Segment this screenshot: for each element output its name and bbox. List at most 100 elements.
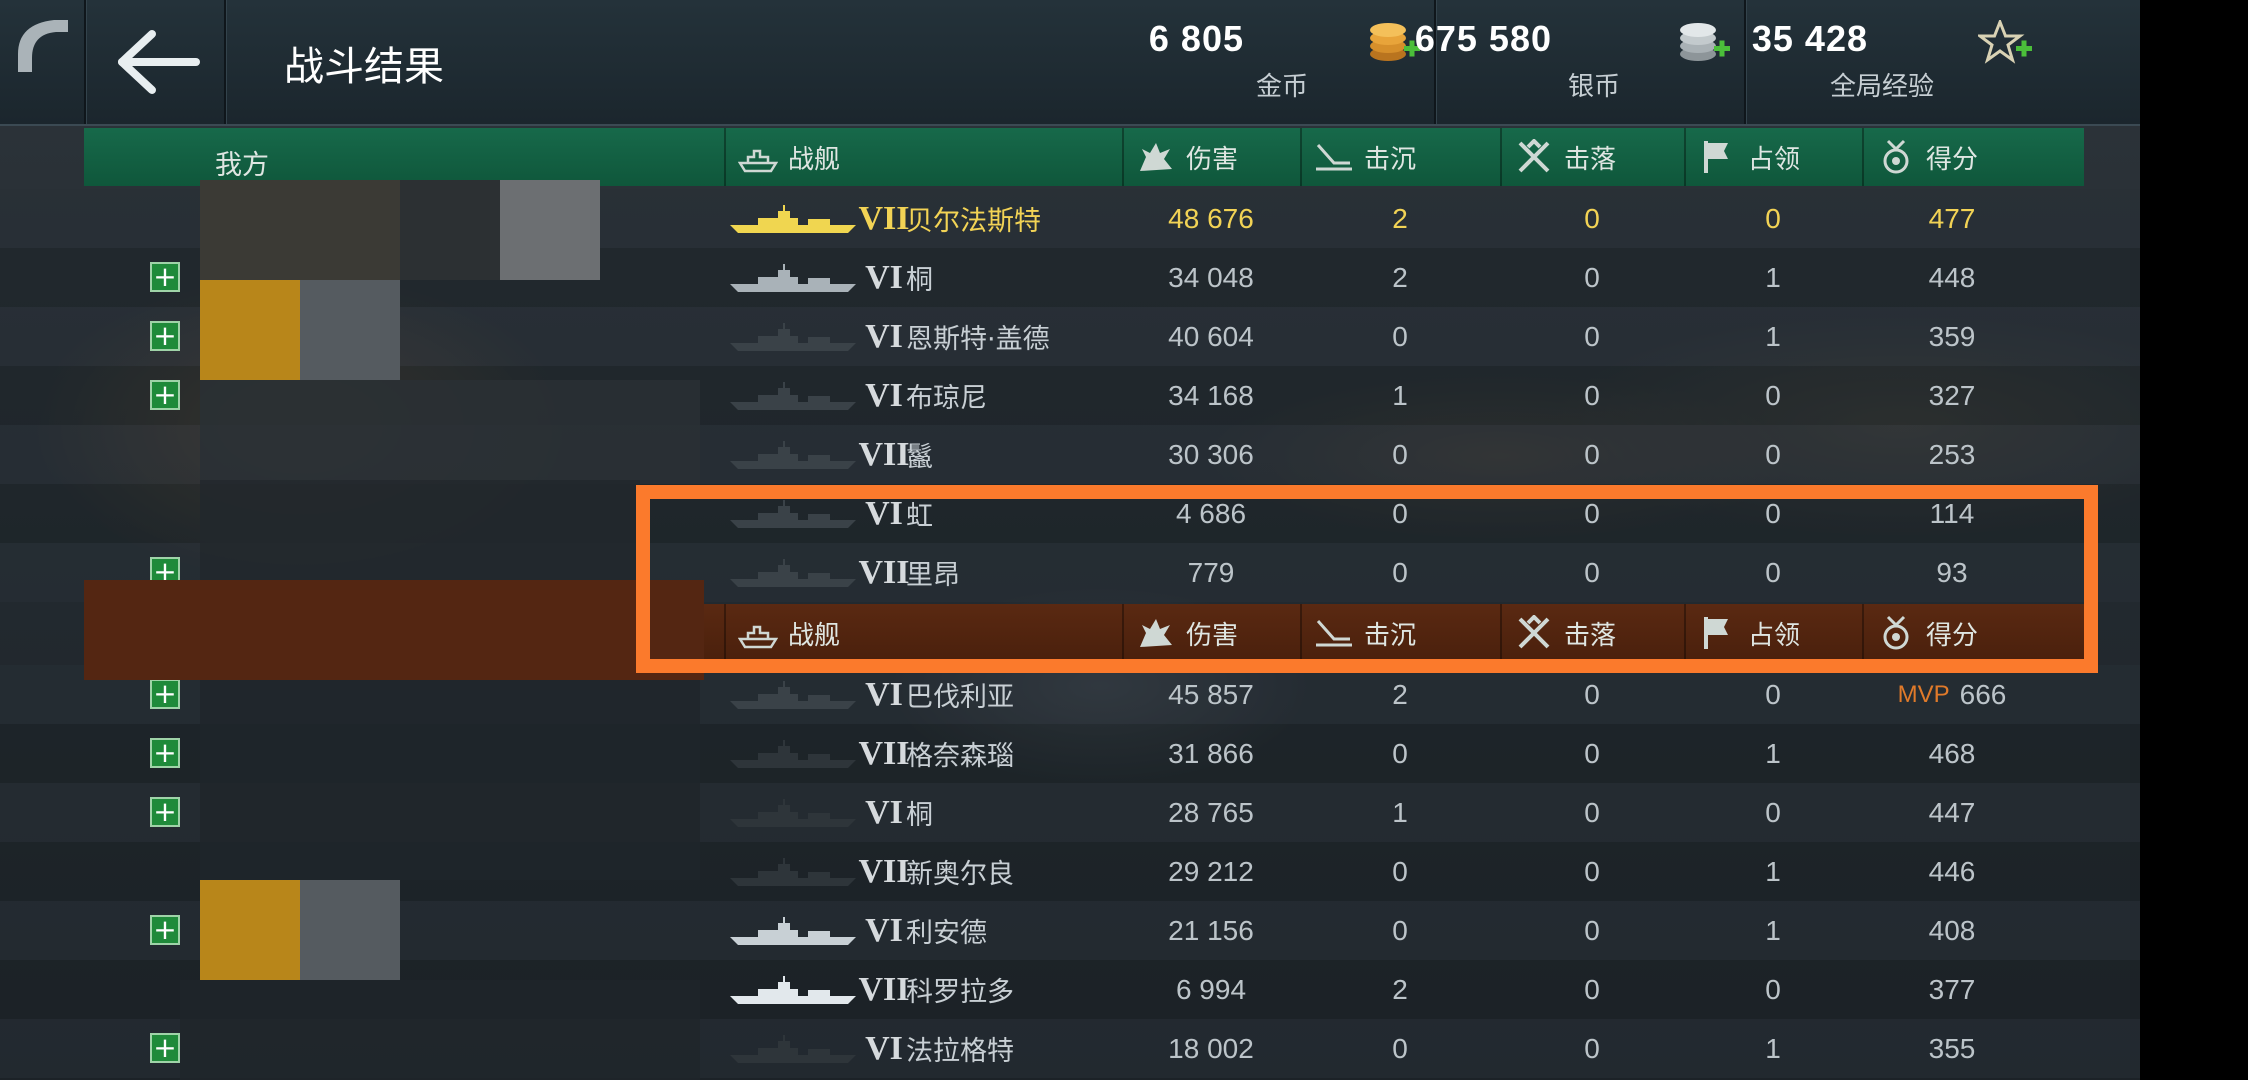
silver-currency[interactable]: 675 580 [1415, 18, 1552, 60]
redacted-block [180, 980, 700, 1080]
stat-damage: 6 994 [1122, 960, 1300, 1019]
stat-value: 0 [1765, 202, 1781, 234]
column-header-ship[interactable]: 战舰 [738, 604, 840, 662]
stat-kills: 0 [1300, 543, 1500, 602]
column-header-ship[interactable]: 战舰 [738, 128, 840, 186]
stat-capture: 0 [1684, 783, 1862, 842]
stat-score: MVP 666 [1862, 665, 2042, 724]
ship-silhouette-icon [728, 500, 858, 530]
stat-capture: 1 [1684, 1019, 1862, 1078]
redacted-block [84, 580, 704, 680]
stat-planes: 0 [1500, 665, 1684, 724]
corner-arc-icon[interactable] [8, 10, 78, 80]
stat-damage: 40 604 [1122, 307, 1300, 366]
xp-amount: 35 428 [1751, 18, 1868, 59]
stat-value: 0 [1584, 796, 1600, 828]
redacted-block [500, 180, 600, 280]
gold-coins-icon[interactable] [1366, 20, 1422, 66]
stat-value: 0 [1392, 737, 1408, 769]
stat-value: 0 [1584, 973, 1600, 1005]
ship-name: 布琼尼 [906, 383, 987, 414]
stat-value: 359 [1928, 320, 1976, 352]
ship-name: 科罗拉多 [906, 977, 1014, 1008]
add-friend-icon[interactable]: + [150, 679, 180, 709]
ship-tier: VI [865, 317, 903, 355]
column-header-label: 伤害 [1186, 144, 1239, 175]
ship-tier: VI [865, 494, 903, 532]
stat-damage: 779 [1122, 543, 1300, 602]
column-header-capture[interactable]: 占领 [1698, 604, 1800, 662]
header-divider [1862, 604, 1864, 662]
stat-damage: 48 676 [1122, 189, 1300, 248]
stat-value: 45 857 [1168, 678, 1254, 710]
stat-value: 6 994 [1175, 973, 1247, 1005]
add-friend-icon[interactable]: + [150, 321, 180, 351]
xp-currency[interactable]: 35 428 [1752, 18, 1868, 60]
column-header-capture[interactable]: 占领 [1698, 128, 1800, 186]
stat-planes: 0 [1500, 724, 1684, 783]
ship-name: 虹 [906, 501, 933, 532]
stat-value: 1 [1765, 261, 1781, 293]
shot-down-icon [1514, 139, 1564, 175]
stat-kills: 0 [1300, 484, 1500, 543]
stat-kills: 2 [1300, 665, 1500, 724]
ship-tier: VI [865, 793, 903, 831]
stat-score: 355 [1862, 1019, 2042, 1078]
star-xp-icon[interactable] [1978, 20, 2034, 66]
capture-flag-icon [1698, 139, 1748, 175]
column-header-score[interactable]: 得分 [1876, 604, 1978, 662]
stat-planes: 0 [1500, 248, 1684, 307]
stat-damage: 4 686 [1122, 484, 1300, 543]
damage-icon [1136, 139, 1186, 175]
stat-kills: 0 [1300, 425, 1500, 484]
column-header-label: 击落 [1564, 620, 1617, 651]
column-header-planes[interactable]: 击落 [1514, 128, 1616, 186]
stat-capture: 0 [1684, 189, 1862, 248]
stat-value: 31 866 [1168, 737, 1254, 769]
column-header-kills[interactable]: 击沉 [1314, 604, 1416, 662]
add-friend-icon[interactable]: + [150, 797, 180, 827]
shot-down-icon [1514, 615, 1564, 651]
screen-edge [2140, 0, 2248, 1080]
stat-score: 327 [1862, 366, 2042, 425]
stat-value: 0 [1584, 320, 1600, 352]
redacted-block [300, 280, 400, 380]
stat-value: 40 604 [1168, 320, 1254, 352]
back-arrow-icon[interactable] [108, 22, 208, 102]
add-friend-icon[interactable]: + [150, 262, 180, 292]
stat-value: 29 212 [1168, 855, 1254, 887]
column-header-damage[interactable]: 伤害 [1136, 128, 1238, 186]
column-header-kills[interactable]: 击沉 [1314, 128, 1416, 186]
silver-coins-icon[interactable] [1676, 20, 1732, 66]
header-divider [1862, 128, 1864, 186]
stat-value: 114 [1929, 497, 1975, 529]
stat-score: 359 [1862, 307, 2042, 366]
add-friend-icon[interactable]: + [150, 915, 180, 945]
stat-value: 0 [1392, 556, 1408, 588]
ship-tier: VII [858, 435, 910, 473]
column-header-score[interactable]: 得分 [1876, 128, 1978, 186]
redacted-block [400, 180, 500, 280]
add-friend-icon[interactable]: + [150, 1033, 180, 1063]
column-header-damage[interactable]: 伤害 [1136, 604, 1238, 662]
top-bar: 战斗结果 6 805 金币 675 580 银币 35 428 全局经验 [0, 0, 2140, 126]
column-header-label: 得分 [1926, 144, 1979, 175]
column-header-planes[interactable]: 击落 [1514, 604, 1616, 662]
xp-label: 全局经验 [1829, 72, 1934, 102]
stat-value: 34 048 [1168, 261, 1254, 293]
stat-capture: 0 [1684, 425, 1862, 484]
stat-score: 468 [1862, 724, 2042, 783]
stat-score: 408 [1862, 901, 2042, 960]
stat-value: 21 156 [1168, 914, 1254, 946]
add-friend-icon[interactable]: + [150, 738, 180, 768]
gold-label-wrap: 金币 [1256, 64, 1308, 103]
ship-silhouette-icon [728, 382, 858, 412]
column-header-label: 占领 [1748, 620, 1801, 651]
gold-currency[interactable]: 6 805 [1149, 18, 1244, 60]
column-header-label: 战舰 [788, 620, 841, 651]
add-friend-icon[interactable]: + [150, 380, 180, 410]
stat-score: 114 [1862, 484, 2042, 543]
damage-icon [1136, 615, 1186, 651]
stat-planes: 0 [1500, 543, 1684, 602]
sunk-icon [1314, 139, 1364, 175]
